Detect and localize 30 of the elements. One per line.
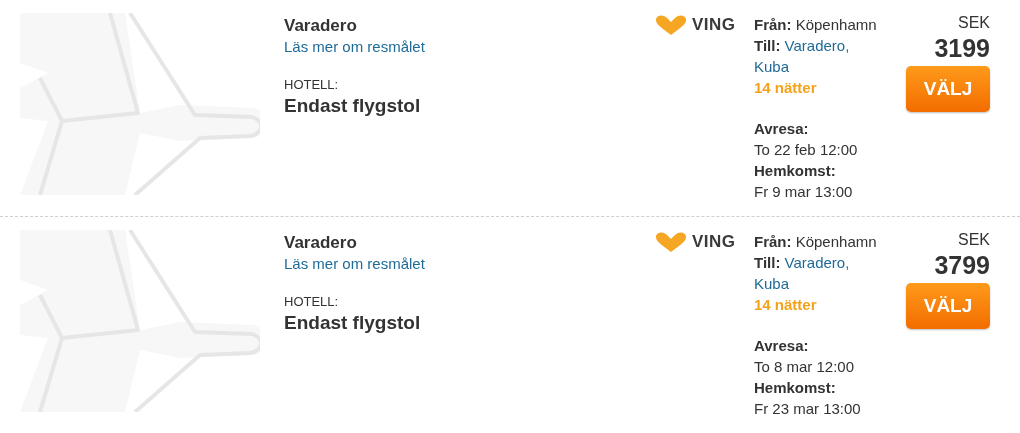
- departure-label: Avresa:: [754, 336, 810, 356]
- brand-logo: VING: [692, 14, 736, 36]
- departure-city: Från: Köpenhamn: [754, 232, 878, 252]
- return-date: Fr 9 mar 13:00: [754, 182, 854, 202]
- destination-link[interactable]: Läs mer om resmålet: [284, 254, 425, 274]
- currency: SEK: [958, 230, 990, 250]
- nights: 14 nätter: [754, 78, 818, 98]
- price: 3199: [934, 33, 990, 63]
- heart-icon: [654, 14, 688, 36]
- departure-date: To 22 feb 12:00: [754, 140, 859, 160]
- currency: SEK: [958, 13, 990, 33]
- departure-date: To 8 mar 12:00: [754, 357, 856, 377]
- return-date: Fr 23 mar 13:00: [754, 399, 862, 419]
- destination-line[interactable]: Till: Varadero, Kuba: [754, 35, 864, 77]
- brand-logo: VING: [692, 231, 736, 253]
- departure-label: Avresa:: [754, 119, 810, 139]
- hotel-label: HOTELL:: [284, 294, 339, 310]
- destination-line[interactable]: Till: Varadero, Kuba: [754, 252, 864, 294]
- return-label: Hemkomst:: [754, 378, 837, 398]
- heart-icon: [654, 231, 688, 253]
- hotel-name: Endast flygstol: [284, 94, 421, 118]
- hotel-name: Endast flygstol: [284, 311, 421, 335]
- price: 3799: [934, 250, 990, 280]
- return-label: Hemkomst:: [754, 161, 837, 181]
- destination-title: Varadero: [284, 15, 357, 37]
- hotel-label: HOTELL:: [284, 77, 339, 93]
- destination-title: Varadero: [284, 232, 357, 254]
- nights: 14 nätter: [754, 295, 818, 315]
- departure-city: Från: Köpenhamn: [754, 15, 878, 35]
- destination-link[interactable]: Läs mer om resmålet: [284, 37, 425, 57]
